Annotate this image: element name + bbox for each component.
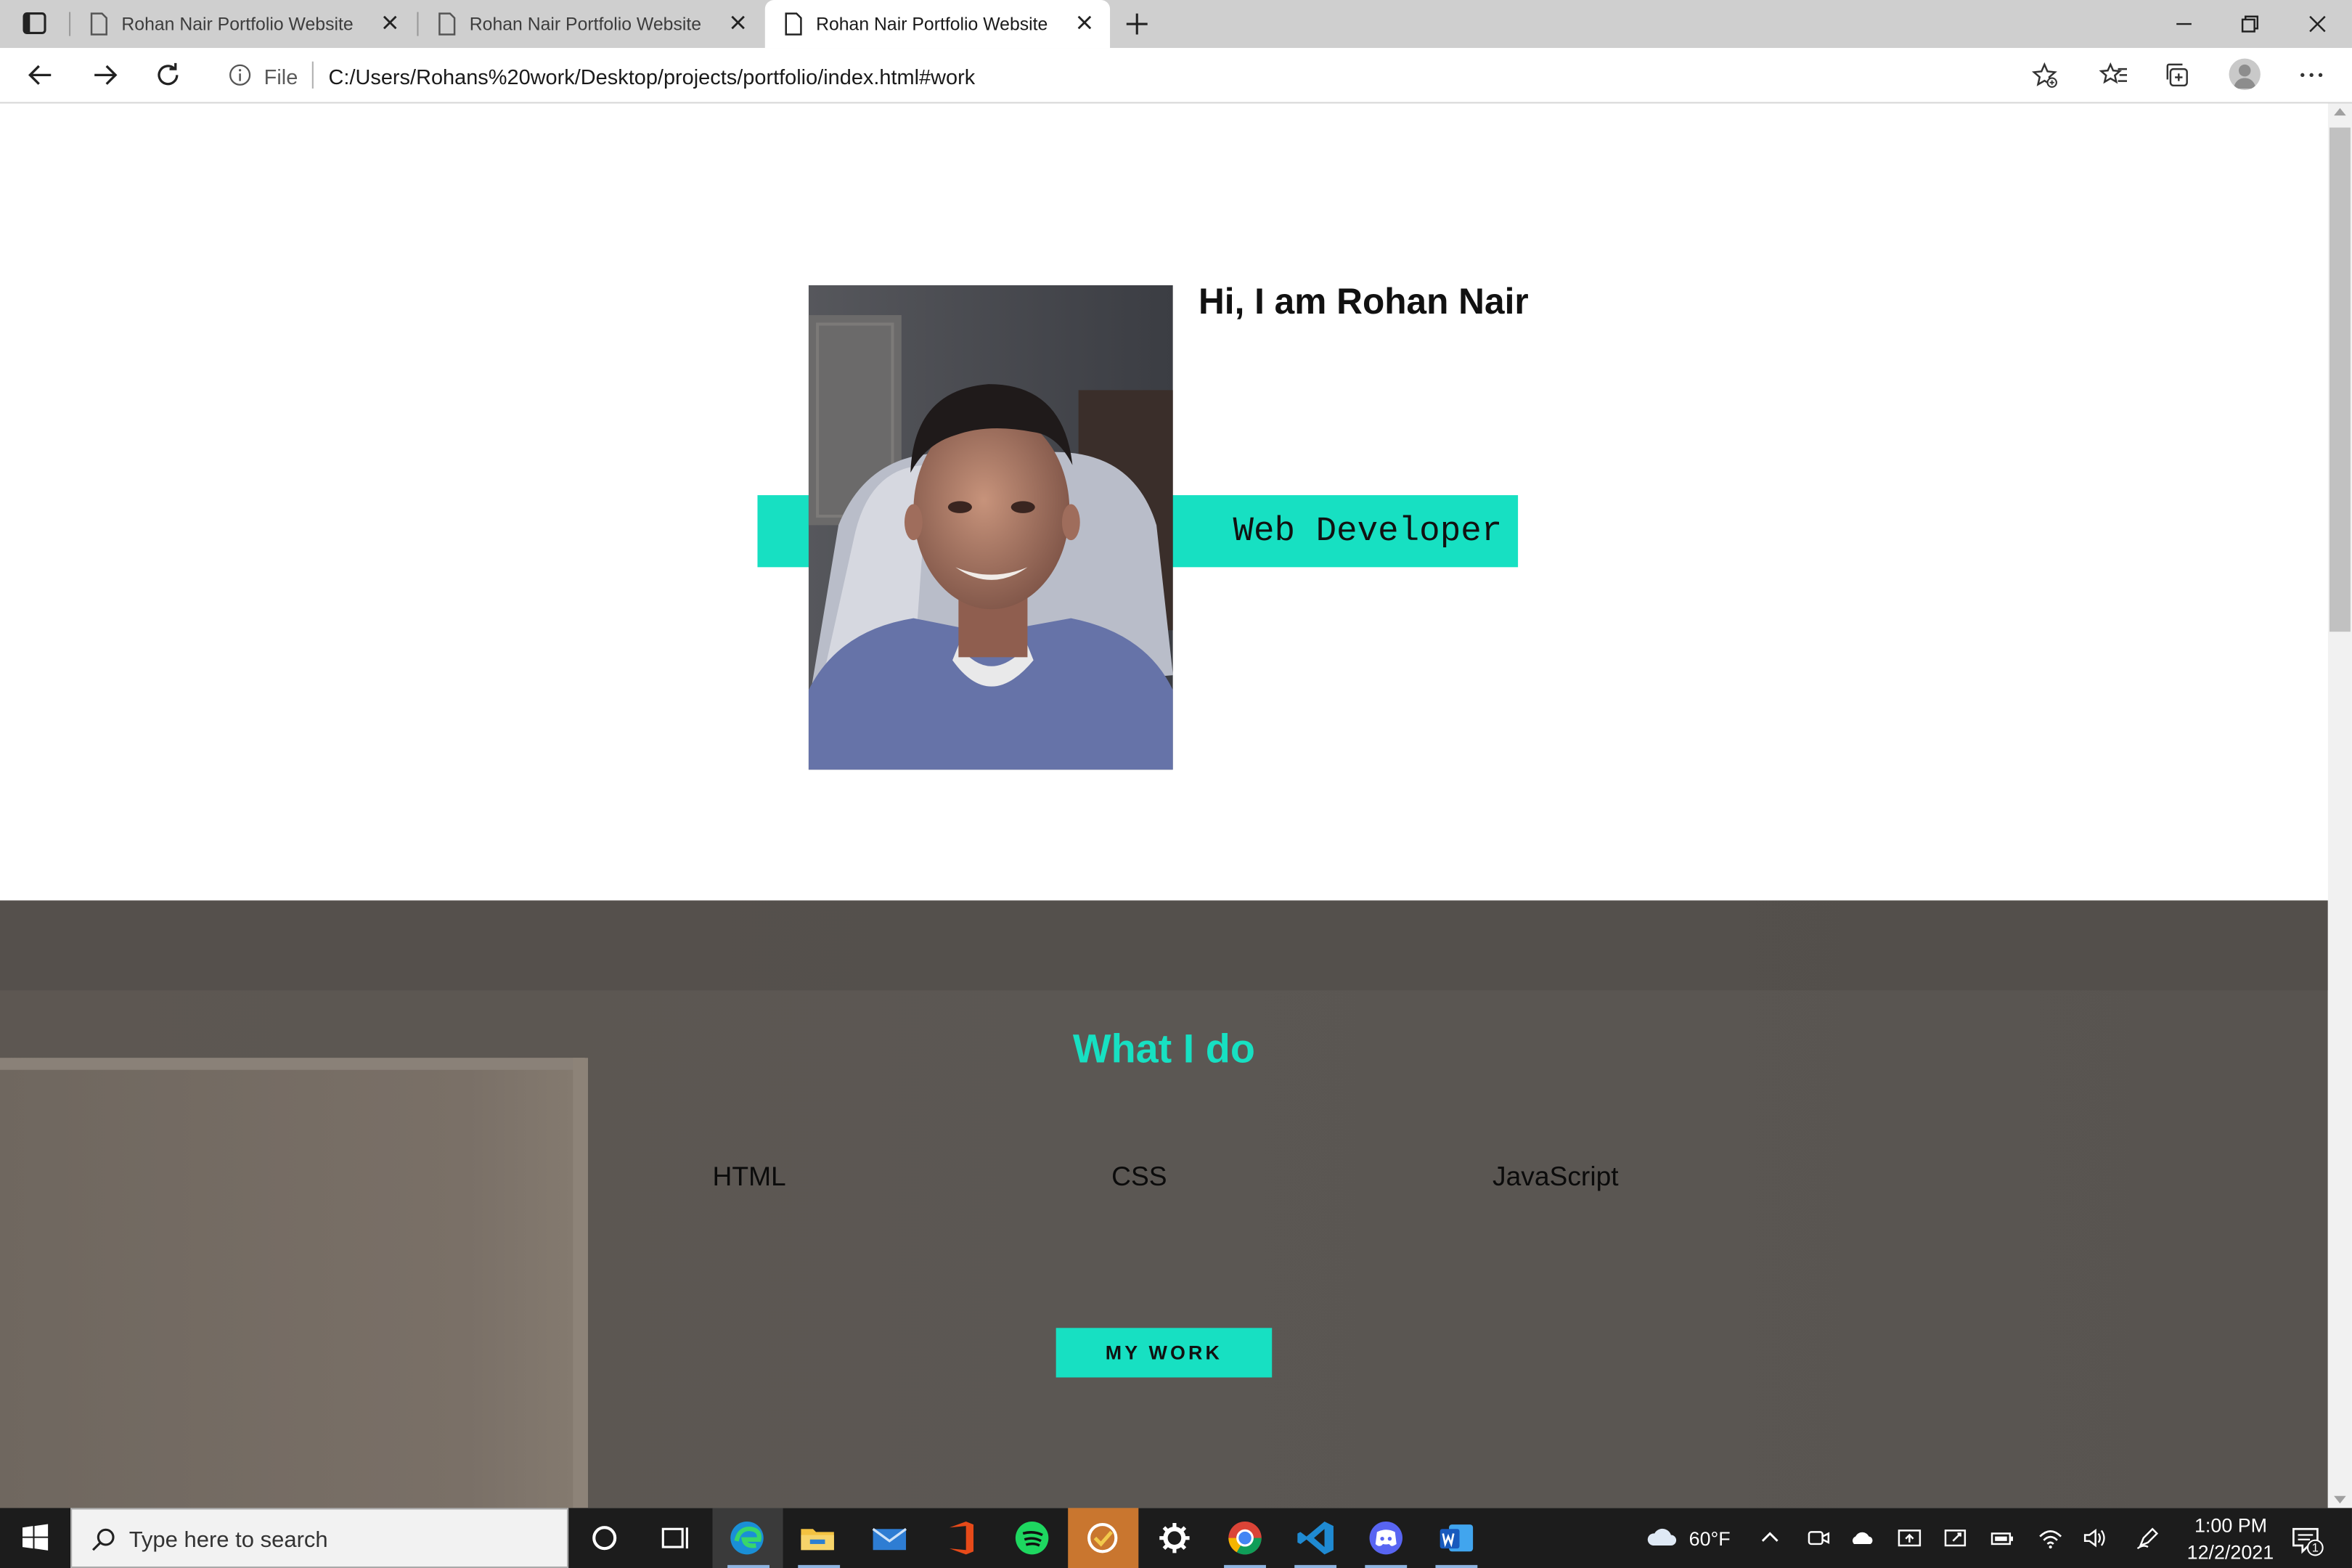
skill-css: CSS: [1111, 1161, 1167, 1192]
search-placeholder: Type here to search: [128, 1527, 328, 1553]
edge-icon: [730, 1521, 764, 1555]
profile-photo: [808, 285, 1173, 770]
windows-taskbar: Type here to search 60°F 1:00 PM 12/2/20…: [0, 1508, 2352, 1568]
back-icon[interactable]: [25, 60, 55, 90]
active-indicator: [1294, 1564, 1337, 1568]
page-viewport: Hi, I am Rohan Nair Web Developer What I…: [0, 103, 2328, 1508]
volume-icon[interactable]: [2081, 1524, 2107, 1551]
page-icon: [438, 12, 456, 36]
tab-actions-icon[interactable]: [15, 10, 54, 37]
address-separator: [311, 61, 314, 89]
mail-icon[interactable]: [867, 1516, 912, 1561]
skill-html: HTML: [712, 1161, 786, 1192]
vscode-taskbar-button[interactable]: [1280, 1508, 1350, 1568]
settings-gear-icon[interactable]: [1152, 1516, 1197, 1561]
wifi-icon[interactable]: [2037, 1524, 2064, 1551]
more-options-icon[interactable]: [2297, 60, 2327, 90]
battery-icon[interactable]: [1989, 1524, 2016, 1551]
weather-temperature[interactable]: 60°F: [1689, 1527, 1731, 1550]
forward-icon[interactable]: [90, 60, 120, 90]
url-text[interactable]: C:/Users/Rohans%20work/Desktop/projects/…: [329, 65, 976, 89]
task-view-icon[interactable]: [653, 1516, 698, 1561]
active-indicator: [1435, 1564, 1478, 1568]
close-tab-icon[interactable]: [380, 12, 401, 33]
todo-taskbar-button[interactable]: [1068, 1508, 1139, 1568]
scroll-thumb[interactable]: [2329, 127, 2351, 632]
scroll-up-arrow-icon[interactable]: [2334, 107, 2346, 116]
discord-taskbar-button[interactable]: [1350, 1508, 1421, 1568]
office-icon[interactable]: [937, 1516, 982, 1561]
browser-tab-3-active[interactable]: Rohan Nair Portfolio Website: [764, 0, 1111, 49]
restore-icon[interactable]: [2238, 12, 2262, 36]
add-favorite-icon[interactable]: [2031, 62, 2058, 89]
folder-icon: [801, 1529, 834, 1551]
checklist-icon: [1087, 1523, 1118, 1553]
vscode-icon: [1297, 1521, 1334, 1555]
profile-avatar[interactable]: [2229, 58, 2261, 91]
address-bar[interactable]: File C:/Users/Rohans%20work/Desktop/proj…: [210, 52, 2073, 98]
new-tab-icon[interactable]: [1124, 10, 1151, 37]
show-hidden-icons-chevron-icon[interactable]: [1757, 1524, 1784, 1551]
clock-date[interactable]: 12/2/2021: [2187, 1541, 2274, 1564]
chrome-icon: [1228, 1521, 1262, 1555]
services-background-photo: [0, 900, 2328, 1508]
skill-javascript: JavaScript: [1492, 1161, 1619, 1192]
minimize-icon[interactable]: [2172, 12, 2196, 36]
hero-section: Hi, I am Rohan Nair Web Developer: [0, 103, 2328, 901]
cortana-icon[interactable]: [582, 1516, 627, 1561]
collections-icon[interactable]: [2163, 60, 2193, 90]
page-icon: [785, 12, 802, 36]
weather-cloud-icon[interactable]: [1646, 1523, 1678, 1550]
discord-icon: [1369, 1521, 1402, 1555]
word-taskbar-button[interactable]: [1421, 1508, 1491, 1568]
onedrive-cloud-icon[interactable]: [1850, 1524, 1877, 1551]
project-screen-icon[interactable]: [1943, 1524, 1969, 1551]
clock-time[interactable]: 1:00 PM: [2194, 1514, 2267, 1537]
browser-tab-1[interactable]: Rohan Nair Portfolio Website: [70, 0, 415, 48]
scheme-label: File: [264, 64, 298, 89]
meet-now-icon[interactable]: [1805, 1524, 1832, 1551]
refresh-icon[interactable]: [153, 60, 183, 90]
file-explorer-taskbar-button[interactable]: [783, 1508, 854, 1568]
tab-title: Rohan Nair Portfolio Website: [816, 13, 1048, 35]
edge-taskbar-button[interactable]: [712, 1508, 783, 1568]
display-icon[interactable]: [1896, 1524, 1923, 1551]
portrait-illustration: [808, 285, 1173, 770]
close-window-icon[interactable]: [2306, 12, 2329, 36]
services-title: What I do: [1072, 1026, 1255, 1071]
my-work-button[interactable]: MY WORK: [1055, 1328, 1273, 1378]
tab-title: Rohan Nair Portfolio Website: [121, 13, 354, 35]
info-icon[interactable]: [228, 63, 252, 87]
browser-tab-2[interactable]: Rohan Nair Portfolio Website: [418, 0, 763, 48]
hero-greeting: Hi, I am Rohan Nair: [1198, 282, 1529, 323]
services-section: What I do HTML CSS JavaScript MY WORK: [0, 900, 2328, 1508]
close-tab-icon[interactable]: [727, 12, 748, 33]
chrome-taskbar-button[interactable]: [1209, 1508, 1279, 1568]
close-tab-icon[interactable]: [1074, 12, 1095, 33]
spotify-icon[interactable]: [1010, 1516, 1055, 1561]
active-indicator: [1365, 1564, 1408, 1568]
taskbar-search-box[interactable]: Type here to search: [70, 1508, 569, 1568]
browser-toolbar: File C:/Users/Rohans%20work/Desktop/proj…: [0, 48, 2352, 104]
search-icon: [92, 1528, 115, 1551]
active-indicator: [1224, 1564, 1266, 1568]
notification-count-badge: 1: [2306, 1539, 2324, 1556]
pen-ink-icon[interactable]: [2134, 1524, 2161, 1551]
notification-center-button[interactable]: 1: [2286, 1520, 2325, 1559]
profile-icon: [2233, 64, 2256, 89]
active-indicator: [727, 1564, 770, 1568]
hero-role: Web Developer: [1233, 511, 1503, 551]
page-scrollbar[interactable]: [2327, 103, 2352, 1508]
browser-tab-bar: Rohan Nair Portfolio Website Rohan Nair …: [0, 0, 2352, 49]
start-windows-icon[interactable]: [0, 1508, 70, 1568]
scroll-down-arrow-icon[interactable]: [2334, 1495, 2346, 1504]
active-indicator: [798, 1564, 841, 1568]
word-icon: [1440, 1524, 1474, 1552]
favorites-icon[interactable]: [2099, 60, 2128, 90]
tab-title: Rohan Nair Portfolio Website: [469, 13, 702, 35]
page-icon: [90, 12, 107, 36]
